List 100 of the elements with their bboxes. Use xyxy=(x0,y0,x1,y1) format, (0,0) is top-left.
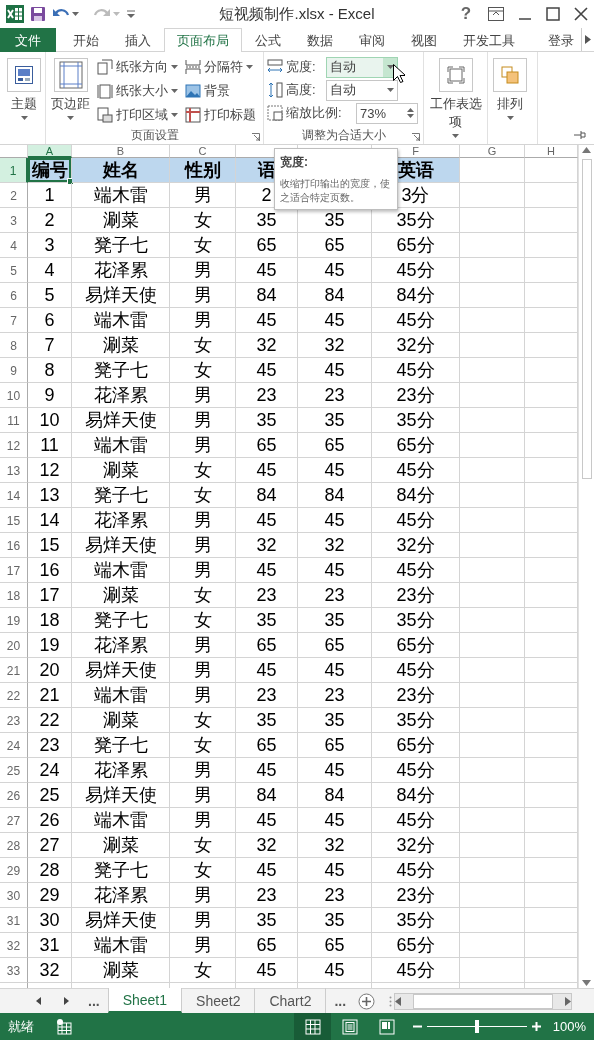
table-cell: 45 xyxy=(236,508,298,533)
table-cell: 84 xyxy=(298,783,372,808)
status-text: 就绪 xyxy=(8,1017,34,1036)
row-header[interactable]: 30 xyxy=(0,883,28,908)
row-header[interactable]: 5 xyxy=(0,258,28,283)
ribbon-tab[interactable]: 视图 xyxy=(398,28,450,52)
ribbon-tab[interactable]: 审阅 xyxy=(346,28,398,52)
row-header[interactable]: 19 xyxy=(0,608,28,633)
row-header[interactable]: 2 xyxy=(0,183,28,208)
row-header[interactable]: 27 xyxy=(0,808,28,833)
themes-button[interactable]: 主题 xyxy=(5,56,43,126)
scale-spin-field[interactable]: 73% xyxy=(356,102,418,124)
table-cell: 32 xyxy=(298,333,372,358)
row-header[interactable]: 28 xyxy=(0,833,28,858)
row-header[interactable]: 1 xyxy=(0,158,28,183)
sheet-options-button[interactable]: 工作表选项 xyxy=(427,56,484,140)
table-cell: 花泽累 xyxy=(72,883,170,908)
row-header[interactable]: 33 xyxy=(0,958,28,983)
row-header[interactable]: 29 xyxy=(0,858,28,883)
margins-button[interactable]: 页边距 xyxy=(49,56,92,126)
more-sheets-button[interactable]: ... xyxy=(80,989,108,1013)
ribbon-tab[interactable]: 开发工具 xyxy=(450,28,528,52)
row-header[interactable]: 18 xyxy=(0,583,28,608)
table-cell: 32分 xyxy=(372,833,460,858)
row-header[interactable]: 3 xyxy=(0,208,28,233)
table-cell: 女 xyxy=(170,458,236,483)
row-header[interactable]: 10 xyxy=(0,383,28,408)
sign-in-link[interactable]: 登录 xyxy=(541,28,581,52)
arrange-button[interactable]: 排列 xyxy=(491,56,529,126)
row-header[interactable]: 22 xyxy=(0,683,28,708)
row-header[interactable]: 32 xyxy=(0,933,28,958)
table-cell: 凳子七 xyxy=(72,608,170,633)
column-header[interactable]: H xyxy=(525,145,578,158)
table-cell: 11 xyxy=(28,433,72,458)
column-title-cell: 编号 xyxy=(28,158,72,183)
table-cell: 29 xyxy=(28,883,72,908)
row-header[interactable]: 11 xyxy=(0,408,28,433)
table-cell: 涮菜 xyxy=(72,333,170,358)
file-tab[interactable]: 文件 xyxy=(0,28,56,52)
table-cell: 35 xyxy=(298,408,372,433)
ribbon-tab[interactable]: 插入 xyxy=(112,28,164,52)
table-cell: 45分 xyxy=(372,458,460,483)
table-cell: 女 xyxy=(170,333,236,358)
table-cell: 4 xyxy=(28,258,72,283)
more-sheets-button[interactable]: ... xyxy=(326,989,355,1013)
table-cell: 32 xyxy=(298,833,372,858)
row-header[interactable]: 15 xyxy=(0,508,28,533)
row-header[interactable]: 9 xyxy=(0,358,28,383)
row-header[interactable]: 26 xyxy=(0,783,28,808)
row-header[interactable]: 4 xyxy=(0,233,28,258)
row-header[interactable]: 23 xyxy=(0,708,28,733)
column-header[interactable]: B xyxy=(72,145,170,158)
table-cell: 男 xyxy=(170,183,236,208)
ribbon-tab[interactable]: 页面布局 xyxy=(164,28,242,52)
table-cell: 易烊天使 xyxy=(72,908,170,933)
column-header[interactable]: C xyxy=(170,145,236,158)
row-header[interactable]: 13 xyxy=(0,458,28,483)
sheet-tab[interactable]: Sheet1 xyxy=(107,988,183,1013)
table-cell: 男 xyxy=(170,758,236,783)
row-header[interactable]: 31 xyxy=(0,908,28,933)
row-header[interactable]: 14 xyxy=(0,483,28,508)
row-header[interactable]: 6 xyxy=(0,283,28,308)
dropdown-field[interactable]: 自动 xyxy=(326,79,398,101)
column-header[interactable]: A xyxy=(28,145,72,158)
ribbon-command[interactable]: 分隔符 xyxy=(183,56,258,78)
row-header[interactable]: 24 xyxy=(0,733,28,758)
ribbon-command[interactable]: 打印区域 xyxy=(95,104,180,126)
row-header[interactable]: 20 xyxy=(0,633,28,658)
row-header[interactable]: 8 xyxy=(0,333,28,358)
ribbon-command[interactable]: 打印标题 xyxy=(183,104,258,126)
table-cell: 35 xyxy=(236,608,298,633)
table-cell: 涮菜 xyxy=(72,958,170,983)
table-cell: 女 xyxy=(170,733,236,758)
table-cell: 35分 xyxy=(372,708,460,733)
table-cell: 65 xyxy=(298,933,372,958)
table-cell: 涮菜 xyxy=(72,458,170,483)
table-cell: 7 xyxy=(28,333,72,358)
table-cell: 65 xyxy=(298,233,372,258)
row-header[interactable]: 21 xyxy=(0,658,28,683)
table-cell: 23 xyxy=(236,583,298,608)
ribbon-tab[interactable]: 数据 xyxy=(294,28,346,52)
table-cell: 32分 xyxy=(372,533,460,558)
ribbon-tab[interactable]: 开始 xyxy=(60,28,112,52)
dropdown-field[interactable]: 自动 xyxy=(326,56,398,78)
row-header[interactable]: 16 xyxy=(0,533,28,558)
table-cell: 易烊天使 xyxy=(72,783,170,808)
table-cell: 男 xyxy=(170,633,236,658)
row-header[interactable]: 12 xyxy=(0,433,28,458)
ribbon-command[interactable]: 纸张方向 xyxy=(95,56,180,78)
ribbon-tab[interactable]: 公式 xyxy=(242,28,294,52)
ribbon-command[interactable]: 背景 xyxy=(183,80,258,102)
row-header[interactable]: 25 xyxy=(0,758,28,783)
table-cell: 45分 xyxy=(372,658,460,683)
column-header[interactable]: G xyxy=(460,145,525,158)
row-header[interactable]: 17 xyxy=(0,558,28,583)
table-cell: 45 xyxy=(236,858,298,883)
zoom-level[interactable]: 100% xyxy=(546,1019,586,1034)
row-header[interactable]: 7 xyxy=(0,308,28,333)
ribbon-command[interactable]: 纸张大小 xyxy=(95,80,180,102)
help-button[interactable]: ? xyxy=(458,4,474,24)
